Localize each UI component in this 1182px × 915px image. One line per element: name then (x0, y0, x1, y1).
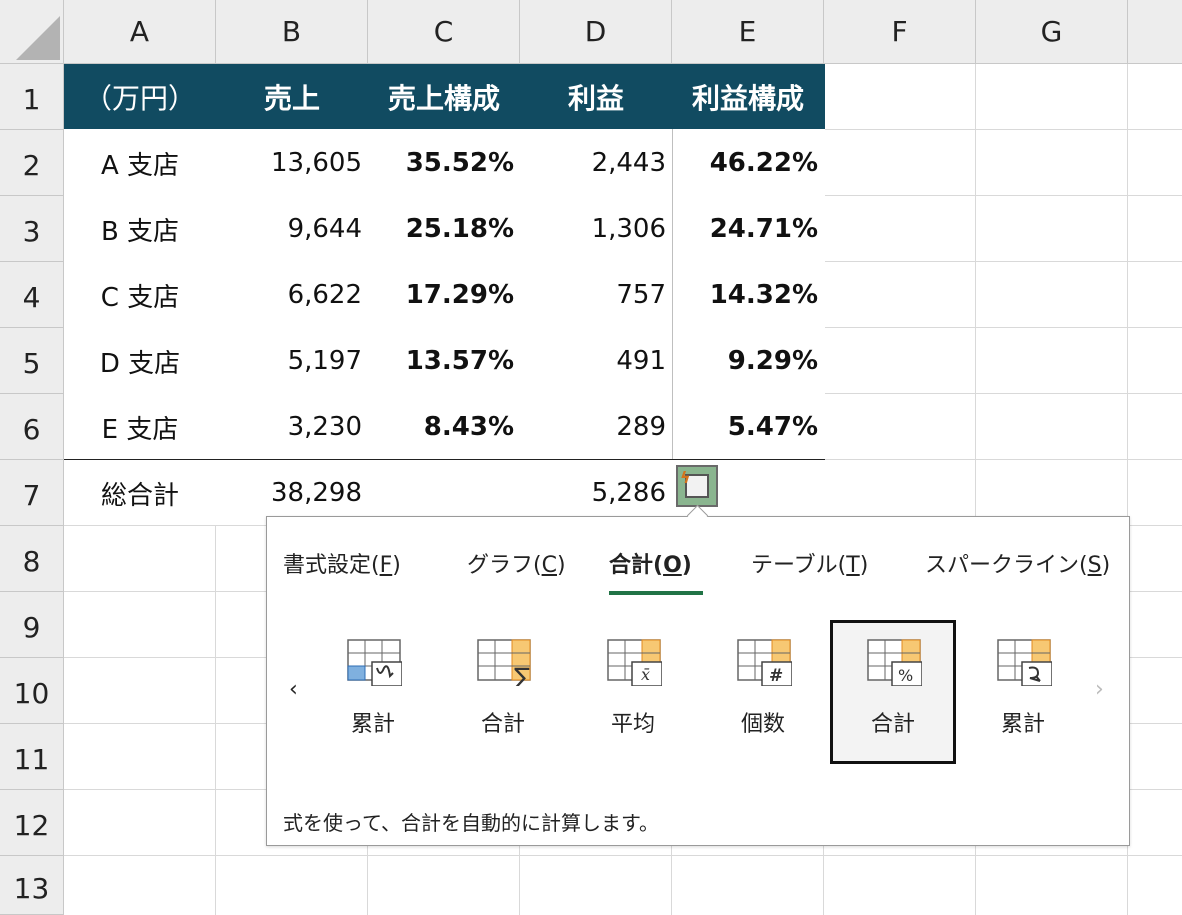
quick-analysis-panel: 書式設定(F) グラフ(C) 合計(O) テーブル(T) スパークライン(S) … (266, 516, 1130, 846)
header-unit[interactable]: （万円） (64, 64, 216, 129)
option-count[interactable]: # 個数 (700, 620, 826, 764)
row-header-8[interactable]: 8 (0, 526, 64, 592)
svg-text:x̄: x̄ (641, 665, 650, 684)
column-header-c[interactable]: C (368, 0, 520, 64)
row-header-5[interactable]: 5 (0, 328, 64, 394)
branch-profit[interactable]: 2,443 (520, 130, 672, 196)
branch-profit-ratio[interactable]: 24.71% (672, 196, 824, 262)
option-running-total-col[interactable]: 累計 (960, 620, 1086, 764)
branch-profit-ratio[interactable]: 9.29% (672, 328, 824, 394)
tab-charts[interactable]: グラフ(C) (467, 547, 566, 579)
row-header-6[interactable]: 6 (0, 394, 64, 460)
row-header-4[interactable]: 4 (0, 262, 64, 328)
branch-name[interactable]: C 支店 (64, 262, 216, 328)
percent-total-icon: % (867, 639, 922, 686)
branch-sales[interactable]: 5,197 (216, 328, 368, 394)
branch-profit[interactable]: 757 (520, 262, 672, 328)
count-icon: # (737, 639, 792, 686)
option-running-total-row[interactable]: 累計 (310, 620, 436, 764)
svg-text:%: % (898, 666, 913, 685)
branch-sales-ratio[interactable]: 17.29% (368, 262, 520, 328)
branch-sales[interactable]: 13,605 (216, 130, 368, 196)
scroll-left-arrow[interactable]: ‹ (289, 677, 298, 702)
header-profit[interactable]: 利益 (520, 64, 672, 129)
column-header-a[interactable]: A (64, 0, 216, 64)
column-header-f[interactable]: F (824, 0, 976, 64)
column-header-d[interactable]: D (520, 0, 672, 64)
option-label: 個数 (740, 712, 785, 737)
row-header-1[interactable]: 1 (0, 64, 64, 130)
row-header-2[interactable]: 2 (0, 130, 64, 196)
branch-sales-ratio[interactable]: 35.52% (368, 130, 520, 196)
branch-profit-ratio[interactable]: 46.22% (672, 130, 824, 196)
running-total-col-icon (997, 639, 1052, 686)
branch-profit[interactable]: 491 (520, 328, 672, 394)
column-header-e[interactable]: E (672, 0, 824, 64)
option-label: 平均 (610, 712, 655, 737)
branch-profit-ratio[interactable]: 14.32% (672, 262, 824, 328)
branch-name[interactable]: B 支店 (64, 196, 216, 262)
svg-text:#: # (769, 666, 783, 686)
branch-name[interactable]: A 支店 (64, 130, 216, 196)
column-header-h[interactable] (1128, 0, 1182, 64)
column-header-b[interactable]: B (216, 0, 368, 64)
option-description: 式を使って、合計を自動的に計算します。 (283, 811, 659, 835)
row-header-3[interactable]: 3 (0, 196, 64, 262)
tab-totals[interactable]: 合計(O) (609, 547, 692, 579)
row-header-11[interactable]: 11 (0, 724, 64, 790)
header-sales[interactable]: 売上 (216, 64, 368, 129)
lightning-icon: ϟ (680, 468, 691, 487)
branch-profit[interactable]: 289 (520, 394, 672, 460)
scroll-right-arrow[interactable]: › (1095, 677, 1104, 702)
branch-sales[interactable]: 6,622 (216, 262, 368, 328)
branch-sales[interactable]: 3,230 (216, 394, 368, 460)
row-header-10[interactable]: 10 (0, 658, 64, 724)
branch-sales-ratio[interactable]: 25.18% (368, 196, 520, 262)
option-label: 合計 (870, 712, 915, 737)
quick-analysis-button[interactable]: ϟ (676, 465, 718, 507)
branch-profit-ratio[interactable]: 5.47% (672, 394, 824, 460)
option-label: 合計 (480, 712, 525, 737)
branch-profit[interactable]: 1,306 (520, 196, 672, 262)
average-icon: x̄ (607, 639, 662, 686)
tab-tables[interactable]: テーブル(T) (751, 547, 868, 579)
option-label: 累計 (1000, 712, 1045, 737)
column-header-g[interactable]: G (976, 0, 1128, 64)
tab-sparklines[interactable]: スパークライン(S) (925, 547, 1110, 579)
row-header-7[interactable]: 7 (0, 460, 64, 526)
branch-name[interactable]: E 支店 (64, 394, 216, 460)
running-total-row-icon (347, 639, 402, 686)
tab-formatting[interactable]: 書式設定(F) (283, 547, 401, 579)
header-sales-ratio[interactable]: 売上構成 (368, 64, 520, 129)
option-percent-total[interactable]: % 合計 (830, 620, 956, 764)
option-average[interactable]: x̄ 平均 (570, 620, 696, 764)
branch-name[interactable]: D 支店 (64, 328, 216, 394)
svg-text:∑: ∑ (514, 663, 530, 686)
option-sum[interactable]: ∑ 合計 (440, 620, 566, 764)
total-label[interactable]: 総合計 (64, 460, 216, 526)
option-label: 累計 (350, 712, 395, 737)
branch-sales-ratio[interactable]: 8.43% (368, 394, 520, 460)
select-all-corner[interactable] (0, 0, 64, 64)
row-header-9[interactable]: 9 (0, 592, 64, 658)
branch-sales-ratio[interactable]: 13.57% (368, 328, 520, 394)
branch-sales[interactable]: 9,644 (216, 196, 368, 262)
row-header-13[interactable]: 13 (0, 856, 64, 915)
row-header-12[interactable]: 12 (0, 790, 64, 856)
header-profit-ratio[interactable]: 利益構成 (672, 64, 824, 129)
sum-icon: ∑ (477, 639, 531, 686)
active-tab-indicator (609, 591, 703, 595)
